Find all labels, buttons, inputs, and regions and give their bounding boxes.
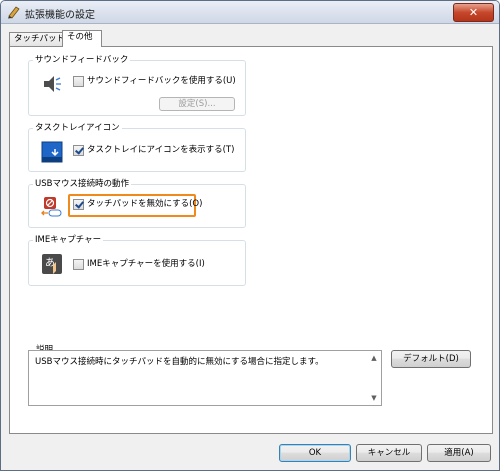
default-button[interactable]: デフォルト(D) xyxy=(391,350,471,368)
tray-window-icon xyxy=(41,141,63,163)
sound-feedback-checkbox[interactable] xyxy=(73,76,84,87)
dialog-window: 拡張機能の設定 ✕ タッチパッド その他 サウンドフィードバック サウンドフィー… xyxy=(0,0,500,471)
group-title: タスクトレイアイコン xyxy=(33,123,122,134)
disable-touchpad-checkbox[interactable] xyxy=(73,199,84,210)
cancel-button[interactable]: キャンセル xyxy=(356,444,422,462)
scroll-down-icon[interactable]: ▼ xyxy=(367,391,381,405)
close-icon: ✕ xyxy=(468,6,479,19)
description-text: USBマウス接続時にタッチパッドを自動的に無効にする場合に指定します。 xyxy=(35,357,324,367)
title-bar[interactable]: 拡張機能の設定 ✕ xyxy=(1,1,499,24)
tab-touchpad[interactable]: タッチパッド xyxy=(9,32,65,46)
usb-mouse-group: USBマウス接続時の動作 タッチパッドを無効にする(O) xyxy=(28,179,246,228)
ime-capture-checkbox[interactable] xyxy=(73,259,84,270)
pen-icon xyxy=(8,6,20,19)
description-box: USBマウス接続時にタッチパッドを自動的に無効にする場合に指定します。 ▲ ▼ xyxy=(28,350,382,406)
settings-button[interactable]: 設定(S)... xyxy=(159,97,235,111)
close-button[interactable]: ✕ xyxy=(453,3,494,22)
tray-icon-group: タスクトレイアイコン タスクトレイにアイコンを表示する(T) xyxy=(28,123,246,172)
sound-feedback-group: サウンドフィードバック サウンドフィードバックを使用する(U) 設定(S)... xyxy=(28,55,246,116)
ime-capture-icon: あ xyxy=(42,254,62,274)
sound-feedback-label[interactable]: サウンドフィードバックを使用する(U) xyxy=(87,76,236,87)
apply-button[interactable]: 適用(A) xyxy=(427,444,491,462)
tab-panel-other: サウンドフィードバック サウンドフィードバックを使用する(U) 設定(S)...… xyxy=(9,46,493,434)
scroll-up-icon[interactable]: ▲ xyxy=(367,351,381,365)
ime-capture-label[interactable]: IMEキャプチャーを使用する(I) xyxy=(87,259,205,270)
tray-icon-label[interactable]: タスクトレイにアイコンを表示する(T) xyxy=(87,145,234,156)
group-title: サウンドフィードバック xyxy=(33,55,131,66)
group-title: USBマウス接続時の動作 xyxy=(33,179,131,190)
ok-button[interactable]: OK xyxy=(279,444,351,462)
disable-touchpad-label[interactable]: タッチパッドを無効にする(O) xyxy=(87,199,202,210)
ime-capture-group: IMEキャプチャー あ IMEキャプチャーを使用する(I) xyxy=(28,235,246,286)
speaker-icon xyxy=(44,76,61,92)
usb-mouse-icon xyxy=(41,197,62,217)
group-title: IMEキャプチャー xyxy=(33,235,104,246)
window-title: 拡張機能の設定 xyxy=(25,10,95,21)
tray-icon-checkbox[interactable] xyxy=(73,145,84,156)
tab-other[interactable]: その他 xyxy=(62,30,102,47)
